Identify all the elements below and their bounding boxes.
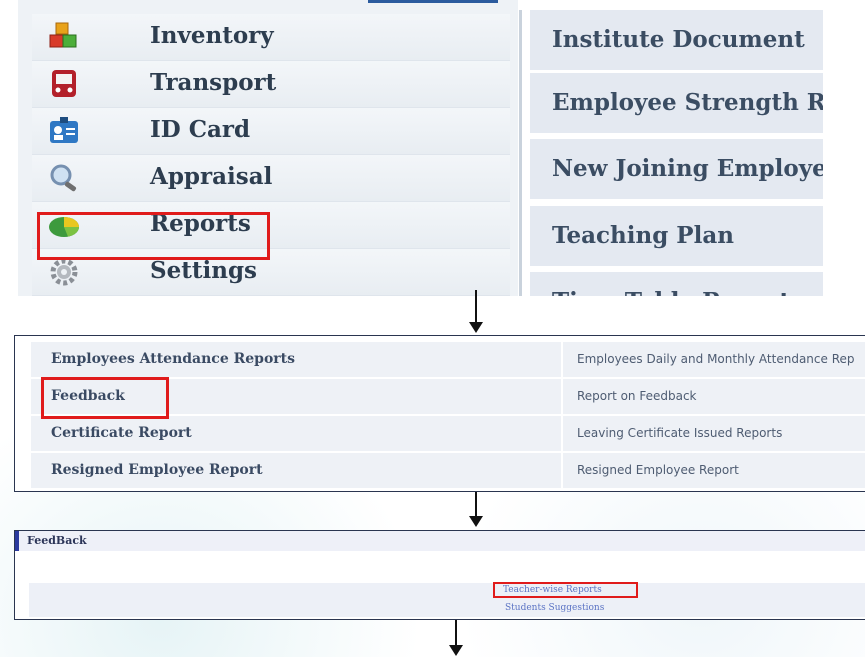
teacher-wise-highlight-box xyxy=(493,582,638,598)
table-row[interactable]: Resigned Employee Report Resigned Employ… xyxy=(31,453,865,490)
feedback-title: FeedBack xyxy=(27,534,87,547)
report-list-item[interactable]: Institute Document xyxy=(530,10,823,72)
menu-item-appraisal[interactable]: Appraisal xyxy=(32,155,510,202)
down-arrow-icon xyxy=(469,290,483,333)
down-arrow-icon xyxy=(469,492,483,527)
feedback-header: FeedBack xyxy=(15,531,865,551)
column-divider xyxy=(561,416,563,451)
students-suggestions-link[interactable]: Students Suggestions xyxy=(505,603,604,613)
active-tab-underline xyxy=(368,0,498,3)
menu-item-label: Appraisal xyxy=(150,163,273,190)
report-description: Employees Daily and Monthly Attendance R… xyxy=(577,352,855,366)
table-row[interactable]: Certificate Report Leaving Certificate I… xyxy=(31,416,865,453)
magnifier-icon xyxy=(46,162,82,194)
report-description: Report on Feedback xyxy=(577,389,697,403)
down-arrow-icon xyxy=(449,620,463,656)
menu-item-id-card[interactable]: ID Card xyxy=(32,108,510,155)
report-name: Resigned Employee Report xyxy=(51,462,263,478)
gear-icon xyxy=(46,256,82,288)
feedback-links-area: Teacher-wise Reports Students Suggestion… xyxy=(29,583,865,617)
menu-item-label: Inventory xyxy=(150,22,274,49)
inventory-cubes-icon xyxy=(46,21,82,53)
report-name: Certificate Report xyxy=(51,425,192,441)
reports-table: Employees Attendance Reports Employees D… xyxy=(14,335,865,492)
report-list-item[interactable]: New Joining Employe xyxy=(530,139,823,201)
id-card-icon xyxy=(46,115,82,147)
reports-highlight-box xyxy=(37,212,270,260)
menu-item-label: Transport xyxy=(150,69,277,96)
menu-item-transport[interactable]: Transport xyxy=(32,61,510,108)
report-description: Leaving Certificate Issued Reports xyxy=(577,426,783,440)
menu-item-label: ID Card xyxy=(150,116,251,143)
report-list-item[interactable]: Teaching Plan xyxy=(530,206,823,268)
bus-icon xyxy=(46,68,82,100)
column-divider xyxy=(561,342,563,377)
report-name: Employees Attendance Reports xyxy=(51,351,296,367)
column-divider xyxy=(561,453,563,488)
feedback-highlight-box xyxy=(41,377,169,419)
menu-item-inventory[interactable]: Inventory xyxy=(32,14,510,61)
feedback-panel: FeedBack Teacher-wise Reports Students S… xyxy=(14,530,865,620)
report-list-item[interactable]: Employee Strength R xyxy=(530,73,823,135)
report-list-item[interactable]: Time Table Report xyxy=(530,272,823,296)
menu-item-label: Settings xyxy=(150,257,257,284)
column-divider xyxy=(561,379,563,414)
table-row[interactable]: Employees Attendance Reports Employees D… xyxy=(31,342,865,379)
report-description: Resigned Employee Report xyxy=(577,463,739,477)
reports-submenu-list: Institute Document Employee Strength R N… xyxy=(519,10,823,296)
